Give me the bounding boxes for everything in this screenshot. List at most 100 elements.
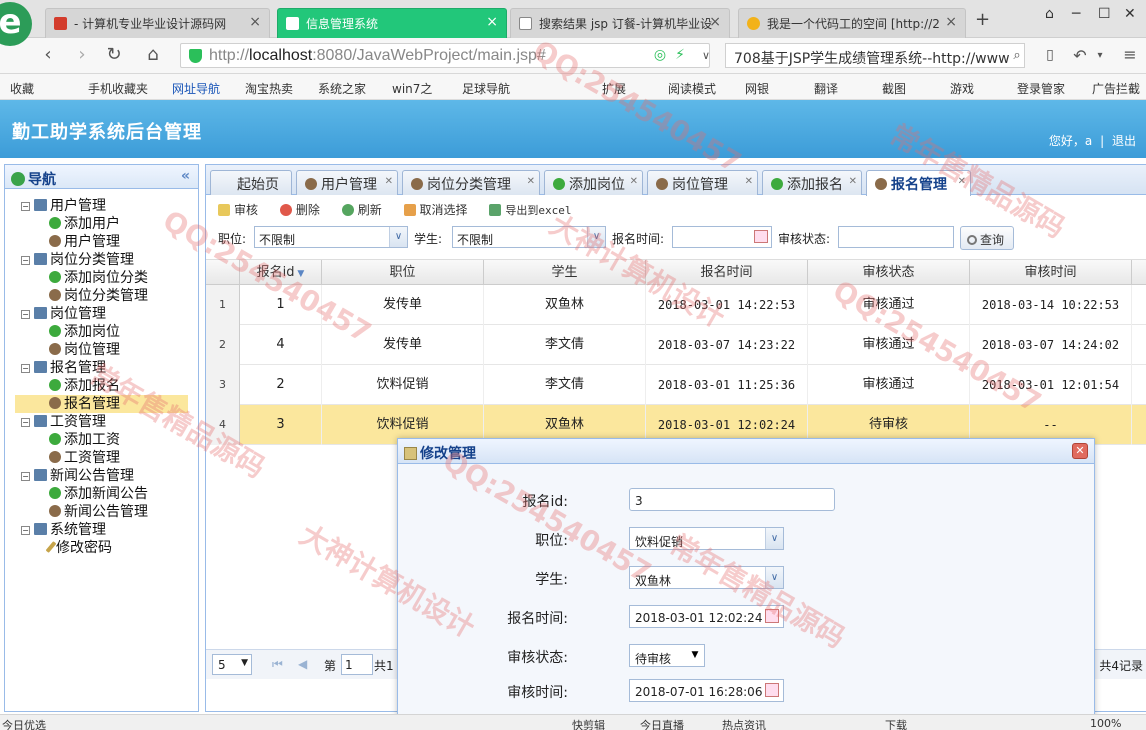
chevron-down-icon[interactable]: ▾ (1088, 50, 1112, 61)
status-item[interactable]: 热点资讯 (722, 717, 766, 730)
deselect-button[interactable]: 取消选择 (403, 201, 468, 218)
student-field[interactable]: 双鱼林 ∨ (629, 566, 784, 589)
close-tab-icon[interactable]: ✕ (958, 176, 966, 187)
bookmark-item[interactable]: 登录管家 (1017, 80, 1065, 97)
close-tab-icon[interactable]: × (709, 14, 721, 30)
bookmark-item[interactable]: 扩展 (602, 80, 626, 97)
table-row[interactable]: 2 4 发传单 李文倩 2018-03-07 14:23:22 审核通过 2018-03-0… (206, 325, 1146, 365)
url-input[interactable]: http://localhost:8080/JavaWebProject/mai… (180, 43, 710, 68)
nav-item[interactable]: 修改密码 (15, 539, 198, 557)
first-page-icon[interactable]: ⏮ (272, 657, 283, 672)
bookmark-item[interactable]: 网银 (745, 80, 769, 97)
collapse-toggle-icon[interactable]: − (21, 256, 30, 265)
prev-page-icon[interactable]: ◀ (298, 657, 307, 671)
page-number-input[interactable]: 1 (341, 654, 373, 675)
nav-item[interactable]: 添加用户 (15, 215, 198, 233)
nav-item[interactable]: 添加岗位分类 (15, 269, 198, 287)
browser-tab[interactable]: 我是一个代码工的空间 [http://2 × (738, 8, 966, 38)
delete-button[interactable]: 删除 (279, 201, 320, 218)
nav-item[interactable]: 添加岗位 (15, 323, 198, 341)
position-filter-select[interactable]: 不限制 ∨ (254, 226, 408, 248)
collapse-toggle-icon[interactable]: − (21, 202, 30, 211)
nav-item[interactable]: 添加工资 (15, 431, 198, 449)
menu-icon[interactable]: ≡ (1118, 45, 1142, 64)
column-header[interactable]: 审核时间 (970, 260, 1132, 285)
nav-group[interactable]: − 报名管理 (15, 359, 198, 377)
close-tab-icon[interactable]: ✕ (745, 176, 753, 187)
position-field[interactable]: 饮料促销 ∨ (629, 527, 784, 550)
minimize-icon[interactable]: ─ (1072, 6, 1080, 22)
column-header[interactable]: 报名id ▼ (240, 260, 322, 285)
maximize-icon[interactable]: ☐ (1098, 6, 1111, 22)
bookmark-item[interactable]: 网址导航 (172, 80, 220, 97)
table-row[interactable]: 3 2 饮料促销 李文倩 2018-03-01 11:25:36 审核通过 2018-03-… (206, 365, 1146, 405)
bookmark-item[interactable]: 系统之家 (318, 80, 366, 97)
search-input[interactable]: 708基于JSP学生成绩管理系统--http://www (725, 43, 1025, 68)
forward-icon[interactable]: › (70, 44, 94, 65)
refresh-button[interactable]: 刷新 (341, 201, 382, 218)
audit-time-field[interactable]: 2018-07-01 16:28:06 (629, 679, 784, 702)
home-icon[interactable]: ⌂ (141, 44, 165, 65)
phone-icon[interactable]: ▯ (1038, 47, 1062, 63)
lightning-icon[interactable]: ⚡ (668, 47, 692, 63)
collapse-toggle-icon[interactable]: − (21, 364, 30, 373)
chevron-down-icon[interactable]: ∨ (587, 227, 605, 247)
collapse-toggle-icon[interactable]: − (21, 526, 30, 535)
browser-tab-active[interactable]: 信息管理系统 × (277, 8, 507, 38)
status-filter-input[interactable] (838, 226, 954, 248)
calendar-icon[interactable] (754, 230, 768, 243)
nav-item[interactable]: 用户管理 (15, 233, 198, 251)
close-tab-icon[interactable]: ✕ (385, 176, 393, 187)
status-left-text[interactable]: 今日优选 (2, 717, 46, 730)
new-tab-button[interactable]: + (975, 9, 990, 30)
status-item[interactable]: 今日直播 (640, 717, 684, 730)
dropdown-icon[interactable]: ∨ (694, 49, 718, 62)
page-tab[interactable]: 报名管理 ✕ (866, 170, 971, 196)
nav-item[interactable]: 新闻公告管理 (15, 503, 198, 521)
chevron-down-icon[interactable]: ∨ (765, 567, 783, 588)
column-header[interactable]: 职位 (322, 260, 484, 285)
nav-group[interactable]: − 用户管理 (15, 197, 198, 215)
close-tab-icon[interactable]: × (945, 14, 957, 30)
bookmark-item[interactable]: 广告拦截 (1092, 80, 1140, 97)
audit-status-select[interactable]: 待审核 ▼ (629, 644, 705, 667)
column-header[interactable]: 学生 (484, 260, 646, 285)
close-window-icon[interactable]: ✕ (1124, 6, 1136, 22)
zoom-level[interactable]: 100% (1090, 717, 1121, 730)
nav-item[interactable]: 报名管理 (15, 395, 188, 413)
collapse-toggle-icon[interactable]: − (21, 310, 30, 319)
page-tab[interactable]: 用户管理 ✕ (296, 170, 398, 195)
nav-group[interactable]: − 岗位分类管理 (15, 251, 198, 269)
close-tab-icon[interactable]: × (486, 14, 498, 30)
calendar-icon[interactable] (765, 683, 779, 697)
column-header[interactable]: 报名时间 (646, 260, 808, 285)
browser-tab[interactable]: 搜索结果 jsp 订餐-计算机毕业设 × (510, 8, 730, 38)
logout-link[interactable]: 退出 (1112, 134, 1136, 148)
back-icon[interactable]: ‹ (36, 44, 60, 65)
collapse-toggle-icon[interactable]: − (21, 418, 30, 427)
page-tab[interactable]: 起始页 (210, 170, 292, 195)
signup-time-field[interactable]: 2018-03-01 12:02:24 (629, 605, 784, 628)
bookmark-item[interactable]: 淘宝热卖 (245, 80, 293, 97)
chevron-down-icon[interactable]: ▼ (686, 645, 704, 666)
nav-item[interactable]: 岗位分类管理 (15, 287, 198, 305)
column-header[interactable]: 审核状态 (808, 260, 970, 285)
calendar-icon[interactable] (765, 609, 779, 623)
page-size-select[interactable]: 5 ▼ (212, 654, 252, 675)
time-filter-input[interactable] (672, 226, 772, 248)
audit-button[interactable]: 审核 (218, 201, 258, 218)
close-tab-icon[interactable]: × (249, 14, 261, 30)
bookmark-item[interactable]: win7之 (392, 80, 432, 97)
chevron-down-icon[interactable]: ∨ (765, 528, 783, 549)
skin-icon[interactable]: ⌂ (1045, 6, 1054, 22)
browser-tab[interactable]: - 计算机专业毕业设计源码网 × (45, 8, 270, 38)
student-filter-select[interactable]: 不限制 ∨ (452, 226, 606, 248)
close-tab-icon[interactable]: ✕ (527, 176, 535, 187)
bookmark-item[interactable]: 手机收藏夹 (88, 80, 148, 97)
signup-id-field[interactable]: 3 (629, 488, 835, 511)
bookmark-item[interactable]: 足球导航 (462, 80, 510, 97)
reload-icon[interactable]: ↻ (102, 44, 126, 65)
status-item[interactable]: 下载 (885, 717, 907, 730)
bookmark-item[interactable]: 截图 (882, 80, 906, 97)
nav-item[interactable]: 工资管理 (15, 449, 198, 467)
